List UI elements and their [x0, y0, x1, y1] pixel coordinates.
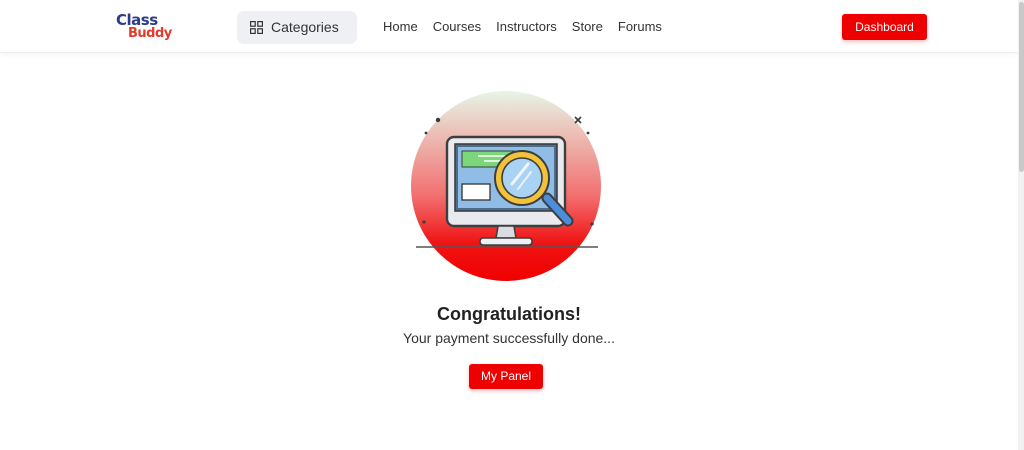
- categories-label: Categories: [271, 19, 339, 35]
- payment-success-message: Your payment successfully done...: [403, 330, 615, 346]
- payment-success-illustration: [411, 91, 601, 281]
- nav-link-store[interactable]: Store: [572, 18, 603, 36]
- scrollbar-thumb[interactable]: [1019, 2, 1024, 172]
- grid-icon: [250, 21, 263, 34]
- monitor-neck: [495, 225, 517, 239]
- page-scrollbar[interactable]: [1018, 0, 1024, 450]
- monitor-base: [479, 237, 533, 246]
- dashboard-button[interactable]: Dashboard: [842, 14, 927, 40]
- sparkle-dot: [435, 117, 441, 123]
- nav-link-courses[interactable]: Courses: [433, 18, 481, 36]
- screen-card: [461, 183, 491, 201]
- classbuddy-logo[interactable]: Class Buddy: [114, 12, 172, 44]
- my-panel-button[interactable]: My Panel: [469, 364, 543, 389]
- nav-link-instructors[interactable]: Instructors: [496, 18, 557, 36]
- logo-text-buddy: Buddy: [128, 26, 172, 41]
- congratulations-heading: Congratulations!: [437, 304, 581, 324]
- top-navbar: Class Buddy Categories Home Courses Inst…: [0, 0, 1018, 53]
- nav-link-forums[interactable]: Forums: [618, 18, 662, 36]
- main-nav: Home Courses Instructors Store Forums: [383, 18, 677, 36]
- categories-button[interactable]: Categories: [237, 11, 357, 44]
- sparkle-dot: [586, 131, 590, 135]
- sparkle-dot: [424, 131, 428, 135]
- sparkle-cross: [574, 116, 582, 124]
- nav-link-home[interactable]: Home: [383, 18, 418, 36]
